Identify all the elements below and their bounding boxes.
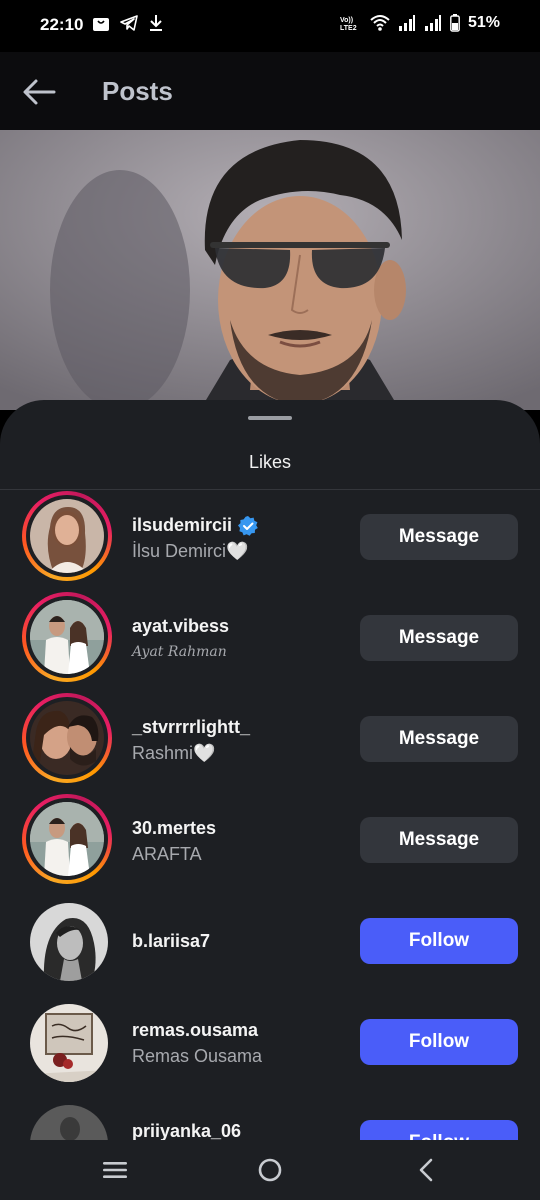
- list-item[interactable]: ayat.vibess Ayat Rahman Message: [0, 592, 540, 692]
- signal-icon: [424, 15, 441, 31]
- battery-percent: 51%: [467, 14, 500, 31]
- sheet-title: Likes: [248, 452, 292, 472]
- back-icon[interactable]: [412, 1156, 442, 1184]
- home-icon[interactable]: [255, 1156, 285, 1184]
- message-button[interactable]: Message: [360, 615, 518, 661]
- list-item[interactable]: 30.mertes ARAFTA Message: [0, 794, 540, 894]
- telegram-icon: [120, 15, 138, 31]
- signal-icon: [398, 15, 415, 31]
- wifi-icon: [370, 15, 390, 31]
- svg-text:Vo)): Vo)): [340, 17, 353, 24]
- back-button[interactable]: [20, 72, 60, 112]
- status-time: 22:10: [40, 15, 84, 34]
- likes-sheet[interactable]: Likes ilsudemircii İlsu Demirci🤍 Message…: [0, 400, 540, 1140]
- username[interactable]: _stvrrrrlightt_: [132, 717, 250, 738]
- svg-text:LTE2: LTE2: [340, 25, 357, 32]
- recents-icon[interactable]: [100, 1156, 130, 1184]
- divider: [0, 489, 540, 490]
- username[interactable]: 30.mertes: [132, 818, 216, 839]
- volte-icon: Vo))LTE2: [340, 17, 357, 32]
- avatar[interactable]: [30, 903, 108, 981]
- full-name: ARAFTA: [132, 844, 202, 864]
- list-item[interactable]: b.lariisa7 Follow: [0, 895, 540, 995]
- follow-button[interactable]: Follow: [360, 918, 518, 964]
- list-item[interactable]: remas.ousama Remas Ousama Follow: [0, 996, 540, 1096]
- follow-button[interactable]: Follow: [360, 1120, 518, 1140]
- avatar[interactable]: [22, 693, 112, 783]
- system-nav-bar: [0, 1140, 540, 1200]
- bag-notification-icon: [93, 18, 109, 31]
- avatar[interactable]: [22, 794, 112, 884]
- list-item[interactable]: _stvrrrrlightt_ Rashmi🤍 Message: [0, 693, 540, 793]
- avatar[interactable]: [22, 491, 112, 581]
- avatar[interactable]: [22, 592, 112, 682]
- list-item[interactable]: ilsudemircii İlsu Demirci🤍 Message: [0, 491, 540, 591]
- post-image: [0, 130, 540, 410]
- page-title: Posts: [102, 76, 173, 106]
- username[interactable]: ilsudemircii: [132, 515, 232, 536]
- message-button[interactable]: Message: [360, 716, 518, 762]
- full-name: Remas Ousama: [132, 1046, 263, 1066]
- follow-button[interactable]: Follow: [360, 1019, 518, 1065]
- drag-handle[interactable]: [248, 416, 292, 420]
- status-bar: 22:10 Vo)) LTE2 51%: [0, 0, 540, 52]
- username[interactable]: priiyanka_06: [132, 1121, 241, 1140]
- full-name: Ayat Rahman: [132, 644, 227, 660]
- message-button[interactable]: Message: [360, 817, 518, 863]
- avatar[interactable]: [30, 1004, 108, 1082]
- full-name: İlsu Demirci🤍: [132, 541, 249, 561]
- app-bar: Posts: [0, 52, 540, 130]
- message-button[interactable]: Message: [360, 514, 518, 560]
- username[interactable]: b.lariisa7: [132, 931, 210, 952]
- username[interactable]: remas.ousama: [132, 1020, 258, 1041]
- full-name: Rashmi🤍: [132, 743, 216, 763]
- username[interactable]: ayat.vibess: [132, 616, 229, 637]
- verified-badge-icon: [238, 515, 258, 536]
- list-item[interactable]: priiyanka_06 Follow: [0, 1097, 540, 1140]
- download-icon: [150, 15, 162, 31]
- avatar[interactable]: [30, 1105, 108, 1140]
- arrow-left-icon: [23, 79, 56, 105]
- battery-icon: [450, 14, 460, 32]
